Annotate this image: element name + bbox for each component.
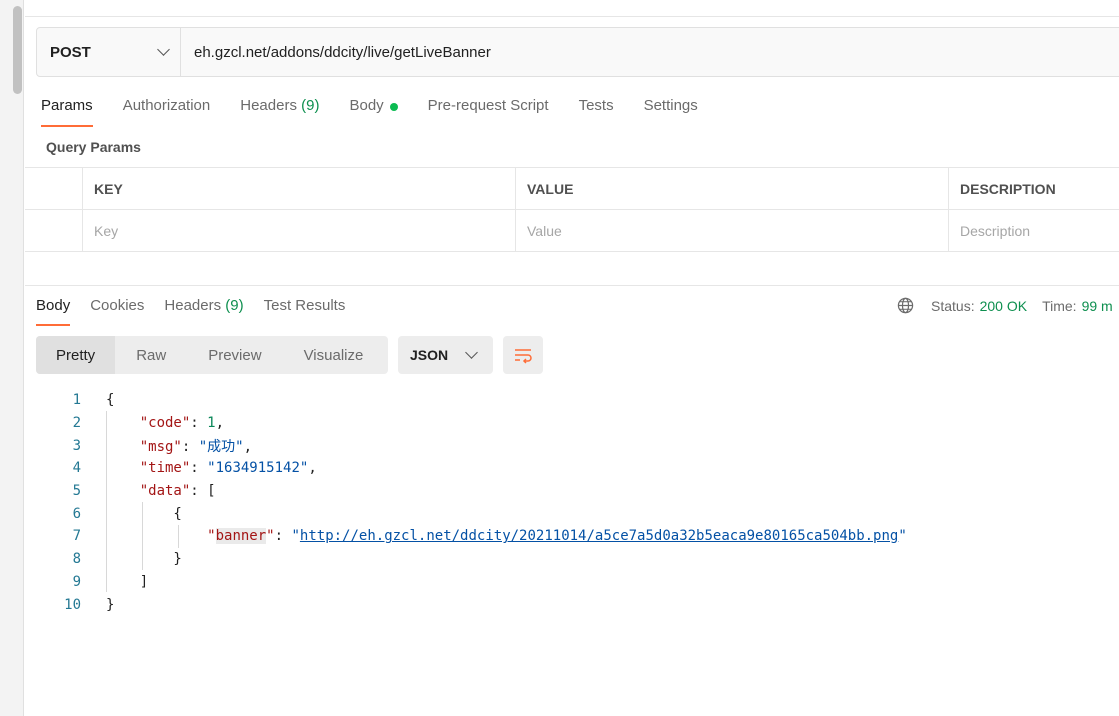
line-number: 3 [72, 437, 81, 454]
json-number: 1 [207, 415, 216, 432]
response-tab-headers[interactable]: Headers (9) [164, 297, 243, 326]
view-raw-button[interactable]: Raw [115, 336, 187, 374]
line-number: 10 [64, 596, 81, 613]
code-line: 10} [36, 593, 114, 616]
tab-authorization[interactable]: Authorization [123, 97, 211, 127]
json-key: "code" [139, 415, 191, 432]
line-number: 9 [72, 573, 81, 590]
body-indicator-dot [389, 103, 398, 111]
tab-params[interactable]: Params [41, 97, 93, 127]
code-line: 1{ [36, 389, 115, 412]
tab-headers-label: Headers [240, 97, 297, 114]
time-value[interactable]: 99 m [1082, 298, 1113, 314]
wrap-lines-icon [515, 349, 532, 364]
tab-settings-label: Settings [643, 97, 698, 114]
table-header-row: KEY VALUE DESCRIPTION [25, 168, 1119, 210]
chevron-down-icon [465, 346, 478, 359]
tab-tests[interactable]: Tests [579, 97, 614, 127]
column-header-key: KEY [82, 168, 515, 209]
view-preview-button[interactable]: Preview [187, 336, 282, 374]
view-pretty-button[interactable]: Pretty [36, 336, 116, 374]
line-number: 7 [72, 528, 81, 545]
line-number: 1 [72, 392, 81, 409]
left-gutter [0, 0, 24, 716]
scrollbar-thumb[interactable] [13, 6, 22, 94]
tab-body-label: Body [349, 97, 384, 114]
format-select[interactable]: JSON [398, 336, 493, 374]
response-tab-body[interactable]: Body [36, 297, 71, 326]
tab-pre-request-script[interactable]: Pre-request Script [428, 97, 549, 127]
row-checkbox-cell [25, 210, 82, 251]
tab-settings[interactable]: Settings [644, 97, 698, 127]
json-key-highlighted: banner [215, 528, 267, 545]
json-key: "time" [139, 460, 191, 477]
headers-count: (9) [301, 97, 320, 114]
code-line: 3 "msg": "成功", [36, 434, 252, 457]
status-value[interactable]: 200 OK [980, 298, 1027, 314]
tab-tests-label: Tests [578, 97, 614, 114]
response-tabs: Body Cookies Headers (9) Test Results [36, 297, 365, 326]
view-mode-group: Pretty Raw Preview Visualize [36, 336, 388, 374]
column-header-description: DESCRIPTION [948, 168, 1119, 209]
globe-icon[interactable] [897, 297, 914, 314]
response-tab-headers-label: Headers [164, 297, 222, 314]
chevron-down-icon [157, 43, 170, 56]
status-label: Status: [931, 297, 975, 314]
method-label: POST [50, 43, 91, 61]
response-tab-test-results-label: Test Results [263, 297, 346, 314]
top-divider [25, 16, 1119, 17]
response-tab-cookies-label: Cookies [90, 297, 145, 314]
banner-url-link[interactable]: http://eh.gzcl.net/ddcity/20211014/a5ce7… [300, 528, 898, 544]
code-line: 7 "banner": "http://eh.gzcl.net/ddcity/2… [36, 525, 907, 548]
url-input[interactable]: eh.gzcl.net/addons/ddcity/live/getLiveBa… [181, 44, 491, 61]
key-input[interactable]: Key [82, 210, 515, 251]
code-line: 9 ] [36, 571, 149, 594]
checkbox-column [25, 168, 82, 209]
response-divider[interactable] [25, 285, 1119, 286]
query-params-table: KEY VALUE DESCRIPTION Key Value Descript… [25, 167, 1119, 252]
wrap-lines-button[interactable] [503, 336, 543, 374]
tab-pre-request-label: Pre-request Script [427, 97, 549, 114]
line-number: 5 [72, 483, 81, 500]
json-key: "msg" [139, 438, 182, 455]
request-url-bar: POST eh.gzcl.net/addons/ddcity/live/getL… [36, 27, 1119, 77]
code-line: 8 } [36, 548, 182, 571]
tab-headers[interactable]: Headers (9) [240, 97, 319, 127]
line-number: 6 [72, 505, 81, 522]
line-number: 4 [72, 460, 81, 477]
value-input[interactable]: Value [515, 210, 948, 251]
response-status-area: Status: 200 OK Time: 99 m [897, 297, 1113, 314]
response-tab-cookies[interactable]: Cookies [90, 297, 144, 326]
code-line: 6 { [36, 502, 182, 525]
method-select[interactable]: POST [37, 28, 181, 76]
json-string: "1634915142" [207, 460, 309, 477]
tab-params-label: Params [41, 97, 93, 114]
time-label: Time: [1042, 297, 1077, 314]
line-number: 2 [72, 415, 81, 432]
tab-authorization-label: Authorization [122, 97, 211, 114]
code-line: 2 "code": 1, [36, 412, 224, 435]
column-header-value: VALUE [515, 168, 948, 209]
json-string: "成功" [198, 438, 244, 455]
table-row: Key Value Description [25, 210, 1119, 252]
query-params-title: Query Params [46, 139, 141, 155]
view-visualize-button[interactable]: Visualize [283, 336, 385, 374]
code-line: 5 "data": [ [36, 480, 216, 503]
response-headers-count: (9) [225, 297, 244, 314]
response-tab-test-results[interactable]: Test Results [264, 297, 346, 326]
response-tab-body-label: Body [36, 297, 71, 314]
line-number: 8 [72, 551, 81, 568]
description-input[interactable]: Description [948, 210, 1119, 251]
request-tabs: Params Authorization Headers (9) Body Pr… [41, 97, 728, 127]
tab-body[interactable]: Body [349, 97, 398, 127]
format-label: JSON [410, 347, 449, 363]
response-body-code[interactable]: 1{ 2 "code": 1, 3 "msg": "成功", 4 "time":… [36, 389, 907, 616]
code-line: 4 "time": "1634915142", [36, 457, 317, 480]
json-key: "data" [139, 483, 191, 500]
